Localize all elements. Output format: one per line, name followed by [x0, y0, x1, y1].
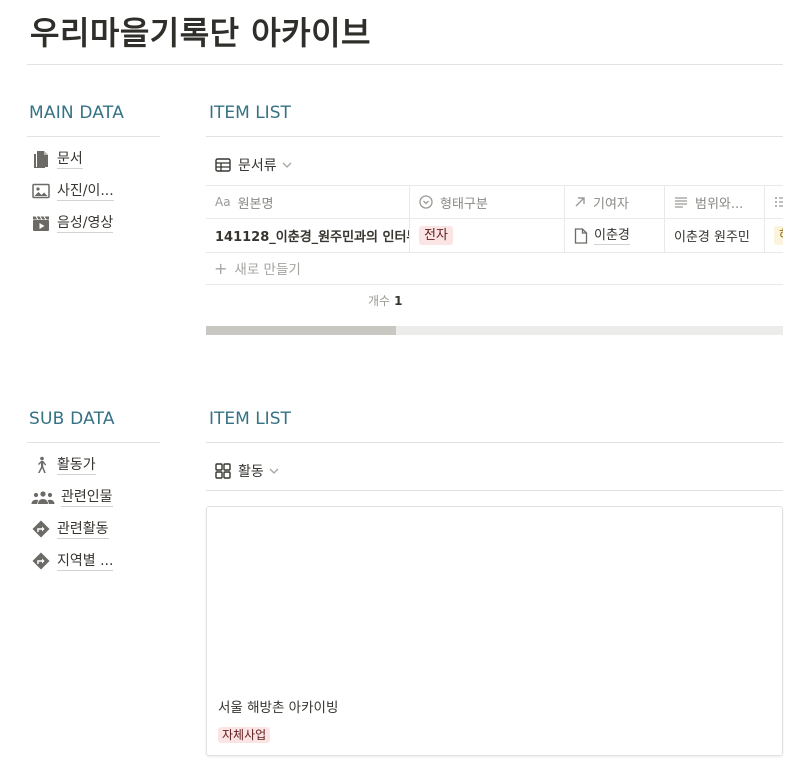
sub-data-heading: SUB DATA	[29, 409, 115, 429]
title-divider	[27, 64, 783, 65]
column-header-extra[interactable]	[765, 186, 783, 218]
main-data-heading: MAIN DATA	[29, 103, 125, 123]
item-list-heading: ITEM LIST	[209, 103, 291, 123]
card-title: 서울 해방촌 아카이빙	[218, 700, 339, 716]
sidebar-item-documents[interactable]: 문서	[31, 148, 83, 170]
column-label: 형태구분	[440, 196, 488, 212]
cell-scope[interactable]: 이춘경 원주민	[665, 219, 765, 252]
image-icon	[31, 181, 51, 201]
table-icon	[214, 156, 232, 174]
new-row-button[interactable]: + 새로 만들기	[214, 258, 301, 279]
row-count[interactable]: 개수 1	[368, 292, 402, 309]
column-header-scope[interactable]: 범위와...	[665, 186, 765, 218]
view-tab-documents[interactable]: 문서류	[214, 153, 292, 177]
column-label: 기여자	[593, 196, 629, 212]
people-icon	[31, 487, 55, 507]
column-header-contributor[interactable]: 기여자	[565, 186, 665, 218]
card-tag: 자체사업	[218, 727, 271, 743]
page-title: 우리마을기록단 아카이브	[30, 14, 371, 52]
sidebar-item-related-activities[interactable]: 관련활동	[31, 518, 109, 540]
item-list-heading: ITEM LIST	[209, 409, 291, 429]
sidebar-item-label: 관련인물	[61, 488, 113, 507]
cell-type[interactable]: 전자	[410, 219, 565, 252]
sidebar-item-by-region[interactable]: 지역별 ...	[31, 550, 114, 572]
item-list-divider	[206, 442, 783, 443]
cell-extra[interactable]: 하	[765, 219, 783, 252]
select-icon	[419, 195, 433, 209]
relation-arrow-icon	[574, 196, 586, 208]
sidebar-item-label: 관련활동	[57, 520, 109, 539]
type-tag: 전자	[419, 226, 453, 245]
sidebar-item-related-people[interactable]: 관련인물	[31, 486, 113, 508]
table-header: Aa 원본명 형태구분 기여자 범위와...	[206, 185, 783, 219]
sidebar-item-label: 지역별 ...	[57, 552, 114, 571]
contributor-link[interactable]: 이춘경	[594, 227, 630, 245]
plus-icon: +	[214, 258, 228, 278]
list-icon	[774, 196, 783, 208]
sub-data-divider	[27, 442, 160, 443]
walking-person-icon	[31, 455, 51, 475]
sidebar-item-label: 문서	[57, 150, 83, 169]
count-divider	[206, 284, 783, 285]
document-icon	[31, 149, 51, 169]
sidebar-item-activists[interactable]: 활동가	[31, 454, 96, 476]
gallery-icon	[214, 462, 232, 480]
direction-sign-icon	[31, 551, 51, 571]
column-header-name[interactable]: Aa 원본명	[206, 186, 410, 218]
table-row[interactable]: 141128_이춘경_원주민과의 인터뷰 전자 이춘경 이춘경 원주민 하	[206, 219, 783, 253]
main-data-divider	[27, 136, 160, 137]
chevron-down-icon[interactable]	[282, 160, 292, 171]
column-label: 범위와...	[695, 196, 744, 212]
view-tab-label: 활동	[238, 464, 264, 480]
new-row-label: 새로 만들기	[234, 262, 301, 278]
sidebar-item-photos[interactable]: 사진/이...	[31, 180, 114, 202]
sidebar-item-label: 활동가	[57, 456, 96, 475]
text-lines-icon	[674, 196, 688, 208]
column-header-type[interactable]: 형태구분	[410, 186, 565, 218]
item-list-divider	[206, 136, 783, 137]
count-value: 1	[394, 294, 403, 308]
view-tab-label: 문서류	[238, 158, 277, 174]
view-tab-divider	[206, 490, 783, 491]
view-tab-activities[interactable]: 활동	[214, 459, 279, 483]
sidebar-item-label: 음성/영상	[57, 214, 114, 233]
sidebar-item-label: 사진/이...	[57, 182, 114, 201]
count-label: 개수	[368, 294, 391, 308]
gallery-card[interactable]: 서울 해방촌 아카이빙 자체사업	[206, 506, 783, 756]
direction-sign-icon	[31, 519, 51, 539]
documents-table: Aa 원본명 형태구분 기여자 범위와... 141128_이춘경_원주민과의 …	[206, 185, 783, 253]
video-icon	[31, 213, 51, 233]
column-label: 원본명	[237, 196, 274, 212]
cell-contributor[interactable]: 이춘경	[565, 219, 665, 252]
extra-tag: 하	[774, 226, 783, 245]
horizontal-scrollbar[interactable]	[206, 326, 783, 335]
page-icon	[574, 227, 588, 244]
cell-name[interactable]: 141128_이춘경_원주민과의 인터뷰	[206, 219, 410, 252]
chevron-down-icon[interactable]	[269, 466, 279, 477]
scrollbar-thumb[interactable]	[206, 326, 396, 335]
sidebar-item-audio-video[interactable]: 음성/영상	[31, 212, 114, 234]
text-property-icon: Aa	[215, 195, 231, 209]
card-tag-container: 자체사업	[218, 724, 271, 743]
